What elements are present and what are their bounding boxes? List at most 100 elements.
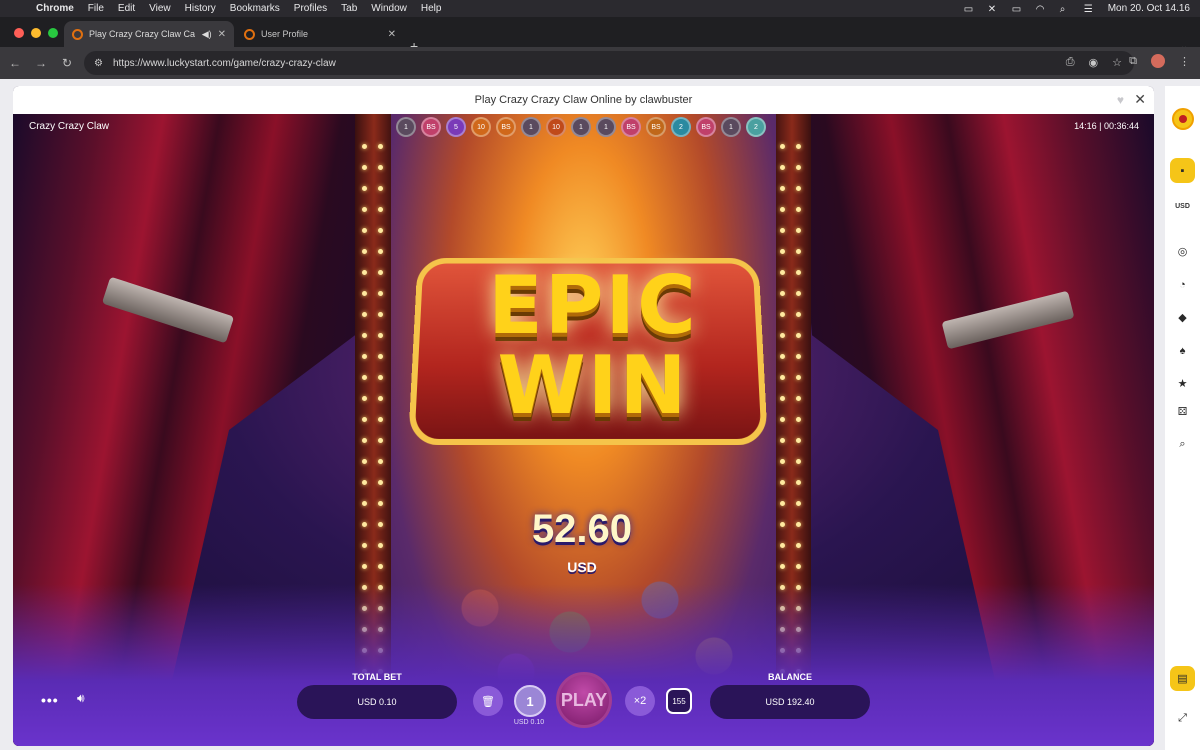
marquee-bulb: [378, 543, 383, 548]
modal-header: Play Crazy Crazy Claw Online by clawbust…: [13, 86, 1154, 114]
marquee-bulb: [796, 522, 801, 527]
extensions-icon[interactable]: ⧉: [1129, 55, 1137, 68]
search-icon[interactable]: ⌕: [1060, 4, 1072, 15]
marquee-bulb: [780, 207, 785, 212]
menu-history[interactable]: History: [185, 3, 216, 14]
menu-view[interactable]: View: [149, 3, 171, 14]
marquee-bulb: [378, 207, 383, 212]
marquee-bulb: [362, 354, 367, 359]
control-center-icon[interactable]: ☰: [1084, 4, 1096, 15]
epic-win-banner: EPIC WIN: [433, 266, 753, 426]
marquee-bulb: [378, 396, 383, 401]
play-button[interactable]: PLAY: [556, 672, 612, 728]
marquee-bulb: [362, 165, 367, 170]
star-icon[interactable]: ★: [1170, 371, 1195, 396]
marquee-bulb: [780, 522, 785, 527]
marquee-bulb: [362, 480, 367, 485]
tab-title: Play Crazy Crazy Claw Ca: [89, 29, 196, 39]
marquee-bulb: [362, 543, 367, 548]
marquee-bulb: [378, 480, 383, 485]
autoplay-button[interactable]: 155: [666, 688, 692, 714]
site-info-icon[interactable]: ⚙: [94, 58, 103, 69]
extension-area: ⧉ ⋮: [1129, 54, 1190, 68]
banner-line-epic: EPIC: [488, 259, 698, 352]
marquee-bulb: [796, 333, 801, 338]
bookmark-star-icon[interactable]: ☆: [1112, 56, 1122, 69]
address-bar[interactable]: ⚙ https://www.luckystart.com/game/crazy-…: [84, 51, 1134, 75]
url-text[interactable]: https://www.luckystart.com/game/crazy-cr…: [113, 58, 336, 69]
stake-chip-value: USD 0.10: [513, 719, 545, 726]
reload-icon[interactable]: ↻: [56, 56, 78, 70]
menu-tab[interactable]: Tab: [341, 3, 357, 14]
marquee-bulb: [780, 459, 785, 464]
menu-bookmarks[interactable]: Bookmarks: [230, 3, 280, 14]
marquee-bulb: [362, 522, 367, 527]
forward-icon[interactable]: →: [30, 56, 52, 70]
marquee-bulb: [378, 564, 383, 569]
install-app-icon[interactable]: ⎙: [1066, 56, 1075, 69]
close-tab-icon[interactable]: ✕: [218, 29, 226, 40]
stopwatch-icon[interactable]: ◔: [1170, 272, 1195, 297]
clear-bet-trash-icon[interactable]: 🗑︎: [473, 686, 503, 716]
chrome-menu-icon[interactable]: ⋮: [1179, 55, 1190, 68]
menu-profiles[interactable]: Profiles: [294, 3, 327, 14]
marquee-bulb: [378, 270, 383, 275]
close-modal-icon[interactable]: ✕: [1134, 91, 1146, 108]
site-favicon-icon: [72, 28, 83, 40]
marquee-bulb: [378, 144, 383, 149]
profile-avatar[interactable]: [1151, 54, 1165, 68]
casino-chip-icon[interactable]: ◎: [1170, 239, 1195, 264]
marquee-bulb: [796, 291, 801, 296]
game-stage[interactable]: 1 BS 5 10 BS 1 10 1 1 BS BS 2 BS 1 2 Crazy Crazy Claw …: [13, 114, 1154, 746]
zoom-window-button[interactable]: [48, 28, 58, 38]
marquee-bulb: [796, 165, 801, 170]
fullscreen-icon[interactable]: ⤢: [1170, 706, 1195, 731]
search-icon[interactable]: ⌕: [1170, 432, 1195, 457]
menu-clock[interactable]: Mon 20. Oct 14.16: [1108, 3, 1190, 14]
marquee-bulb: [796, 312, 801, 317]
wallet-icon[interactable]: ▪: [1170, 158, 1195, 183]
menu-help[interactable]: Help: [421, 3, 442, 14]
history-chip: 10: [546, 117, 566, 137]
favorite-heart-icon[interactable]: ♥: [1117, 93, 1124, 107]
marquee-bulb: [362, 228, 367, 233]
minimize-window-button[interactable]: [31, 28, 41, 38]
spade-icon[interactable]: ♠: [1170, 338, 1195, 363]
menu-window[interactable]: Window: [371, 3, 407, 14]
marquee-bulb: [362, 144, 367, 149]
close-window-button[interactable]: [14, 28, 24, 38]
modal-title: Play Crazy Crazy Claw Online by clawbust…: [474, 94, 693, 106]
menu-app-name[interactable]: Chrome: [36, 3, 74, 14]
history-chip: 1: [721, 117, 741, 137]
bluetooth-off-icon[interactable]: ✕: [988, 4, 1000, 15]
luckystart-logo[interactable]: [1170, 106, 1195, 131]
marquee-bulb: [780, 396, 785, 401]
tracking-blocked-icon[interactable]: ◉: [1089, 56, 1099, 69]
menu-edit[interactable]: Edit: [118, 3, 135, 14]
currency-label[interactable]: USD: [1170, 194, 1195, 219]
marquee-bulb: [780, 291, 785, 296]
audio-playing-icon[interactable]: ◀): [202, 29, 212, 40]
wifi-icon[interactable]: ◠: [1036, 4, 1048, 15]
close-tab-icon[interactable]: ✕: [388, 29, 396, 40]
chat-icon[interactable]: ▤: [1170, 666, 1195, 691]
marquee-bulb: [362, 396, 367, 401]
marquee-bulb: [378, 438, 383, 443]
battery-icon[interactable]: ▭: [1012, 4, 1024, 15]
tab-crazy-crazy-claw[interactable]: Play Crazy Crazy Claw Ca ◀) ✕: [64, 21, 234, 47]
back-icon[interactable]: ←: [4, 56, 26, 70]
sound-toggle-icon[interactable]: 🔊︎: [77, 691, 85, 706]
screen-mirroring-icon[interactable]: ▭: [964, 4, 976, 15]
history-chip: BS: [696, 117, 716, 137]
marquee-bulb: [378, 501, 383, 506]
marquee-bulb: [378, 522, 383, 527]
tab-user-profile[interactable]: User Profile ✕: [236, 21, 404, 47]
macos-menu-bar: Chrome File Edit View History Bookmarks …: [0, 0, 1200, 17]
stake-chip-button[interactable]: 1: [514, 685, 546, 717]
diamond-icon[interactable]: ◆: [1170, 305, 1195, 330]
double-bet-button[interactable]: ×2: [625, 686, 655, 716]
total-bet-field[interactable]: USD 0.10: [297, 685, 457, 719]
more-options-icon[interactable]: •••: [41, 692, 59, 708]
menu-file[interactable]: File: [88, 3, 104, 14]
dice-icon[interactable]: ⚄: [1170, 399, 1195, 424]
